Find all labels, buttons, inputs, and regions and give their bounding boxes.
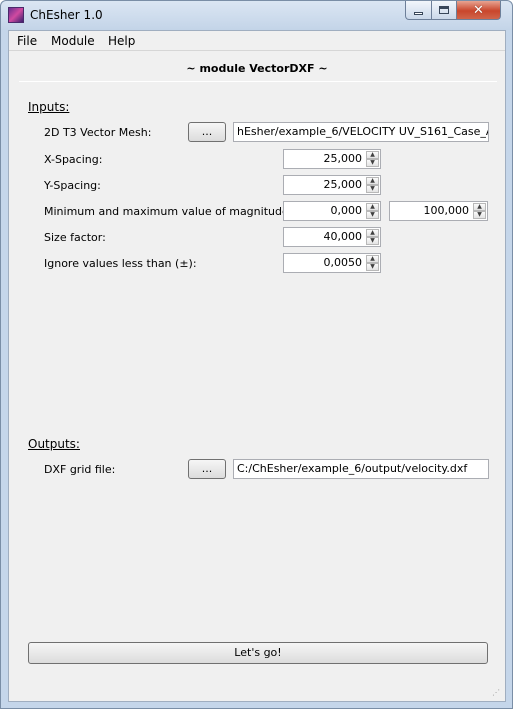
arrow-down-icon[interactable]: ▼ [366,237,379,245]
magnitude-max-spin-buttons: ▲ ▼ [473,203,486,219]
mesh-browse-button[interactable]: ... [188,122,226,142]
y-spacing-label: Y-Spacing: [44,179,101,192]
minimize-button[interactable] [405,1,432,20]
arrow-up-icon[interactable]: ▲ [366,255,379,263]
arrow-down-icon[interactable]: ▼ [473,211,486,219]
arrow-up-icon[interactable]: ▲ [366,229,379,237]
heading-divider [19,81,497,82]
dxf-browse-button[interactable]: ... [188,459,226,479]
maximize-icon [439,6,449,14]
resize-grip-icon[interactable]: ⋰ [492,688,502,698]
menu-module[interactable]: Module [51,34,95,48]
magnitude-max-spinbox[interactable]: 100,000 ▲ ▼ [389,201,488,221]
size-factor-value: 40,000 [323,230,363,243]
x-spacing-value: 25,000 [323,152,363,165]
ignore-value: 0,0050 [323,256,363,269]
magnitude-label: Minimum and maximum value of magnitude: [44,205,293,218]
x-spacing-label: X-Spacing: [44,153,103,166]
ignore-label: Ignore values less than (±): [44,257,197,270]
magnitude-max-value: 100,000 [423,204,470,217]
arrow-up-icon[interactable]: ▲ [366,151,379,159]
lets-go-button[interactable]: Let's go! [28,642,488,664]
module-title: ~ module VectorDXF ~ [186,62,328,75]
arrow-up-icon[interactable]: ▲ [366,203,379,211]
arrow-up-icon[interactable]: ▲ [473,203,486,211]
arrow-down-icon[interactable]: ▼ [366,263,379,271]
window-title: ChEsher 1.0 [30,8,103,22]
arrow-down-icon[interactable]: ▼ [366,159,379,167]
y-spacing-spin-buttons: ▲ ▼ [366,177,379,193]
maximize-button[interactable] [431,1,457,20]
y-spacing-value: 25,000 [323,178,363,191]
close-button[interactable]: ✕ [456,1,501,20]
magnitude-min-spin-buttons: ▲ ▼ [366,203,379,219]
dxf-label: DXF grid file: [44,463,116,476]
menu-bar: File Module Help [9,31,505,51]
app-icon[interactable] [8,7,24,23]
menu-file[interactable]: File [17,34,37,48]
x-spacing-spin-buttons: ▲ ▼ [366,151,379,167]
y-spacing-spinbox[interactable]: 25,000 ▲ ▼ [283,175,381,195]
magnitude-min-spinbox[interactable]: 0,000 ▲ ▼ [283,201,381,221]
magnitude-min-value: 0,000 [330,204,363,217]
size-factor-spin-buttons: ▲ ▼ [366,229,379,245]
mesh-label: 2D T3 Vector Mesh: [44,126,152,139]
size-factor-label: Size factor: [44,231,106,244]
arrow-up-icon[interactable]: ▲ [366,177,379,185]
app-window: ChEsher 1.0 ✕ File Module Help ~ module … [0,0,513,709]
close-icon: ✕ [473,2,484,18]
size-factor-spinbox[interactable]: 40,000 ▲ ▼ [283,227,381,247]
client-area: File Module Help ~ module VectorDXF ~ In… [8,30,506,702]
outputs-section-label: Outputs: [28,437,80,451]
inputs-section-label: Inputs: [28,100,70,114]
arrow-down-icon[interactable]: ▼ [366,211,379,219]
dxf-path-input[interactable]: C:/ChEsher/example_6/output/velocity.dxf [233,459,489,479]
mesh-path-input[interactable]: hEsher/example_6/VELOCITY UV_S161_Case_A… [233,122,489,142]
minimize-icon [414,11,423,15]
ignore-spin-buttons: ▲ ▼ [366,255,379,271]
menu-help[interactable]: Help [108,34,135,48]
ignore-spinbox[interactable]: 0,0050 ▲ ▼ [283,253,381,273]
x-spacing-spinbox[interactable]: 25,000 ▲ ▼ [283,149,381,169]
title-bar[interactable]: ChEsher 1.0 ✕ [1,1,512,30]
arrow-down-icon[interactable]: ▼ [366,185,379,193]
